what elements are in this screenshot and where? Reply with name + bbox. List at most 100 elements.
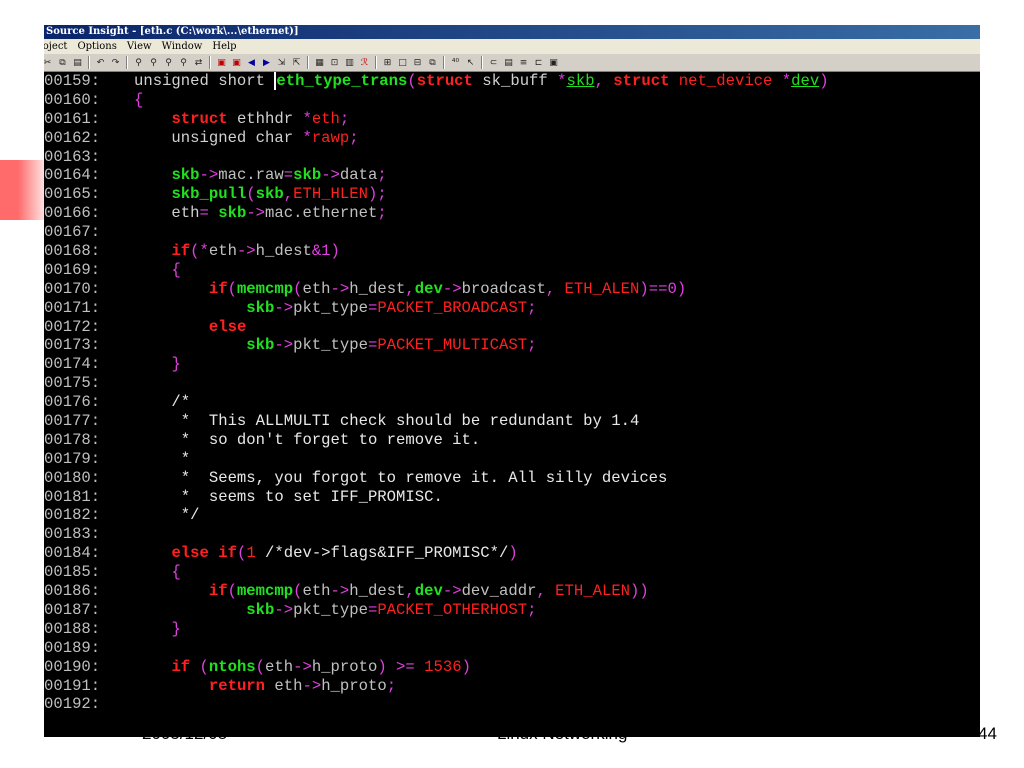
toolbar-separator bbox=[209, 56, 211, 69]
line-number: 00163: bbox=[44, 147, 101, 166]
info-icon[interactable]: ▣ bbox=[547, 57, 560, 69]
line-number: 00186: bbox=[44, 582, 101, 601]
undo-icon[interactable]: ↶ bbox=[94, 57, 107, 69]
line-number: 00188: bbox=[44, 619, 101, 638]
window-title: Source Insight - [eth.c (C:\work\...\eth… bbox=[44, 25, 980, 39]
paste-icon[interactable]: ▤ bbox=[71, 57, 84, 69]
forward-icon[interactable]: ▶ bbox=[260, 57, 273, 69]
line-number: 00180: bbox=[44, 468, 101, 487]
cut-icon[interactable]: ✂ bbox=[44, 57, 54, 69]
code-line: 00169: { bbox=[44, 260, 181, 279]
line-number: 00168: bbox=[44, 242, 101, 261]
line-number: 00183: bbox=[44, 525, 101, 544]
code-line: 00159: unsigned short eth_type_trans(stru… bbox=[44, 72, 829, 90]
window-icon[interactable]: □ bbox=[396, 57, 409, 69]
back-icon[interactable]: ◀ bbox=[245, 57, 258, 69]
browse-icon[interactable]: ⊏ bbox=[532, 57, 545, 69]
line-number: 00160: bbox=[44, 90, 101, 109]
line-number: 00172: bbox=[44, 317, 101, 336]
copy-icon[interactable]: ⧉ bbox=[56, 57, 69, 69]
code-line: 00160:{ bbox=[44, 90, 144, 109]
cascade-icon[interactable]: ⧉ bbox=[426, 57, 439, 69]
search-files-icon[interactable]: ⚲ bbox=[177, 57, 190, 69]
code-line: 00192: bbox=[44, 695, 980, 714]
code-line: 00182: */ bbox=[44, 506, 200, 525]
toolbar: ✂ ⧉ ▤ ↶ ↷ ⚲ ⚲ ⚲ ⚲ ⇄ ▣ ▣ ◀ ▶ ⇲ ⇱ ▦ ⊡ ▥ ℛ … bbox=[44, 54, 980, 72]
book-icon[interactable]: ▥ bbox=[343, 57, 356, 69]
line-number: 00192: bbox=[44, 695, 101, 714]
menu-help[interactable]: Help bbox=[212, 39, 236, 54]
replace-icon[interactable]: ⇄ bbox=[192, 57, 205, 69]
grid-icon[interactable]: ⊞ bbox=[381, 57, 394, 69]
line-number: 00164: bbox=[44, 166, 101, 185]
find-prev-icon[interactable]: ⚲ bbox=[147, 57, 160, 69]
pointer-help-icon[interactable]: ↖ bbox=[464, 57, 477, 69]
lookup-icon[interactable]: ℛ bbox=[358, 57, 371, 69]
symbol-window-icon[interactable]: ▦ bbox=[313, 57, 326, 69]
find-icon[interactable]: ⚲ bbox=[132, 57, 145, 69]
code-line: 00191: return eth->h_proto; bbox=[44, 676, 397, 695]
jump-back-icon[interactable]: ⇱ bbox=[290, 57, 303, 69]
source-insight-window: Source Insight - [eth.c (C:\work\...\eth… bbox=[44, 25, 980, 737]
code-editor[interactable]: 00159: unsigned short eth_type_trans(stru… bbox=[44, 72, 980, 737]
toolbar-separator bbox=[88, 56, 90, 69]
line-number: 00161: bbox=[44, 109, 101, 128]
redo-icon[interactable]: ↷ bbox=[109, 57, 122, 69]
menu-window[interactable]: Window bbox=[162, 39, 203, 54]
find-next-icon[interactable]: ⚲ bbox=[162, 57, 175, 69]
split-icon[interactable]: ⊟ bbox=[411, 57, 424, 69]
menu-bar: roject Options View Window Help bbox=[44, 39, 980, 54]
menu-project[interactable]: roject bbox=[44, 39, 67, 54]
code-line: 00171: skb->pkt_type=PACKET_BROADCAST; bbox=[44, 298, 537, 317]
line-number: 00167: bbox=[44, 223, 101, 242]
jump-icon[interactable]: ⇲ bbox=[275, 57, 288, 69]
code-line: 00190: if (ntohs(eth->h_proto) >= 1536) bbox=[44, 657, 471, 676]
code-line: 00188: } bbox=[44, 619, 181, 638]
code-line: 00185: { bbox=[44, 563, 181, 582]
code-line: 00181: * seems to set IFF_PROMISC. bbox=[44, 487, 443, 506]
code-line: 00166: eth= skb->mac.ethernet; bbox=[44, 204, 387, 223]
code-line: 00168: if(*eth->h_dest&1) bbox=[44, 242, 340, 261]
line-number: 00187: bbox=[44, 600, 101, 619]
line-number: 00174: bbox=[44, 355, 101, 374]
bookmark-list-icon[interactable]: ▣ bbox=[230, 57, 243, 69]
context-icon[interactable]: ⁴⁰ bbox=[449, 57, 462, 69]
code-line: 00178: * so don't forget to remove it. bbox=[44, 430, 481, 449]
line-number: 00191: bbox=[44, 676, 101, 695]
line-number: 00179: bbox=[44, 449, 101, 468]
line-number: 00181: bbox=[44, 487, 101, 506]
code-line: 00175: bbox=[44, 374, 980, 393]
code-line: 00163: bbox=[44, 148, 980, 167]
relation-icon[interactable]: ⊡ bbox=[328, 57, 341, 69]
slide-decoration bbox=[0, 160, 44, 220]
code-line: 00187: skb->pkt_type=PACKET_OTHERHOST; bbox=[44, 600, 537, 619]
code-line: 00189: bbox=[44, 639, 980, 658]
layout-icon[interactable]: ▤ bbox=[502, 57, 515, 69]
code-line: 00186: if(memcmp(eth->h_dest,dev->dev_ad… bbox=[44, 582, 649, 601]
slide-title: Linux Networking bbox=[497, 724, 628, 743]
line-number: 00177: bbox=[44, 412, 101, 431]
code-line: 00176: /* bbox=[44, 393, 191, 412]
slide-page-number: 44 bbox=[978, 724, 997, 743]
line-number: 00170: bbox=[44, 279, 101, 298]
code-line: 00177: * This ALLMULTI check should be r… bbox=[44, 412, 640, 431]
outline-icon[interactable]: ≡ bbox=[517, 57, 530, 69]
code-line: 00173: skb->pkt_type=PACKET_MULTICAST; bbox=[44, 336, 537, 355]
line-number: 00178: bbox=[44, 430, 101, 449]
code-line: 00174: } bbox=[44, 355, 181, 374]
line-number: 00169: bbox=[44, 260, 101, 279]
line-number: 00190: bbox=[44, 657, 101, 676]
code-line: 00179: * bbox=[44, 449, 191, 468]
link-icon[interactable]: ⊂ bbox=[487, 57, 500, 69]
bookmark-icon[interactable]: ▣ bbox=[215, 57, 228, 69]
code-line: 00170: if(memcmp(eth->h_dest,dev->broadc… bbox=[44, 279, 687, 298]
code-line: 00180: * Seems, you forgot to remove it.… bbox=[44, 468, 668, 487]
line-number: 00165: bbox=[44, 185, 101, 204]
toolbar-separator bbox=[443, 56, 445, 69]
menu-options[interactable]: Options bbox=[77, 39, 116, 54]
line-number: 00162: bbox=[44, 128, 101, 147]
line-number: 00185: bbox=[44, 563, 101, 582]
code-line: 00165: skb_pull(skb,ETH_HLEN); bbox=[44, 185, 387, 204]
menu-view[interactable]: View bbox=[127, 39, 152, 54]
line-number: 00173: bbox=[44, 336, 101, 355]
